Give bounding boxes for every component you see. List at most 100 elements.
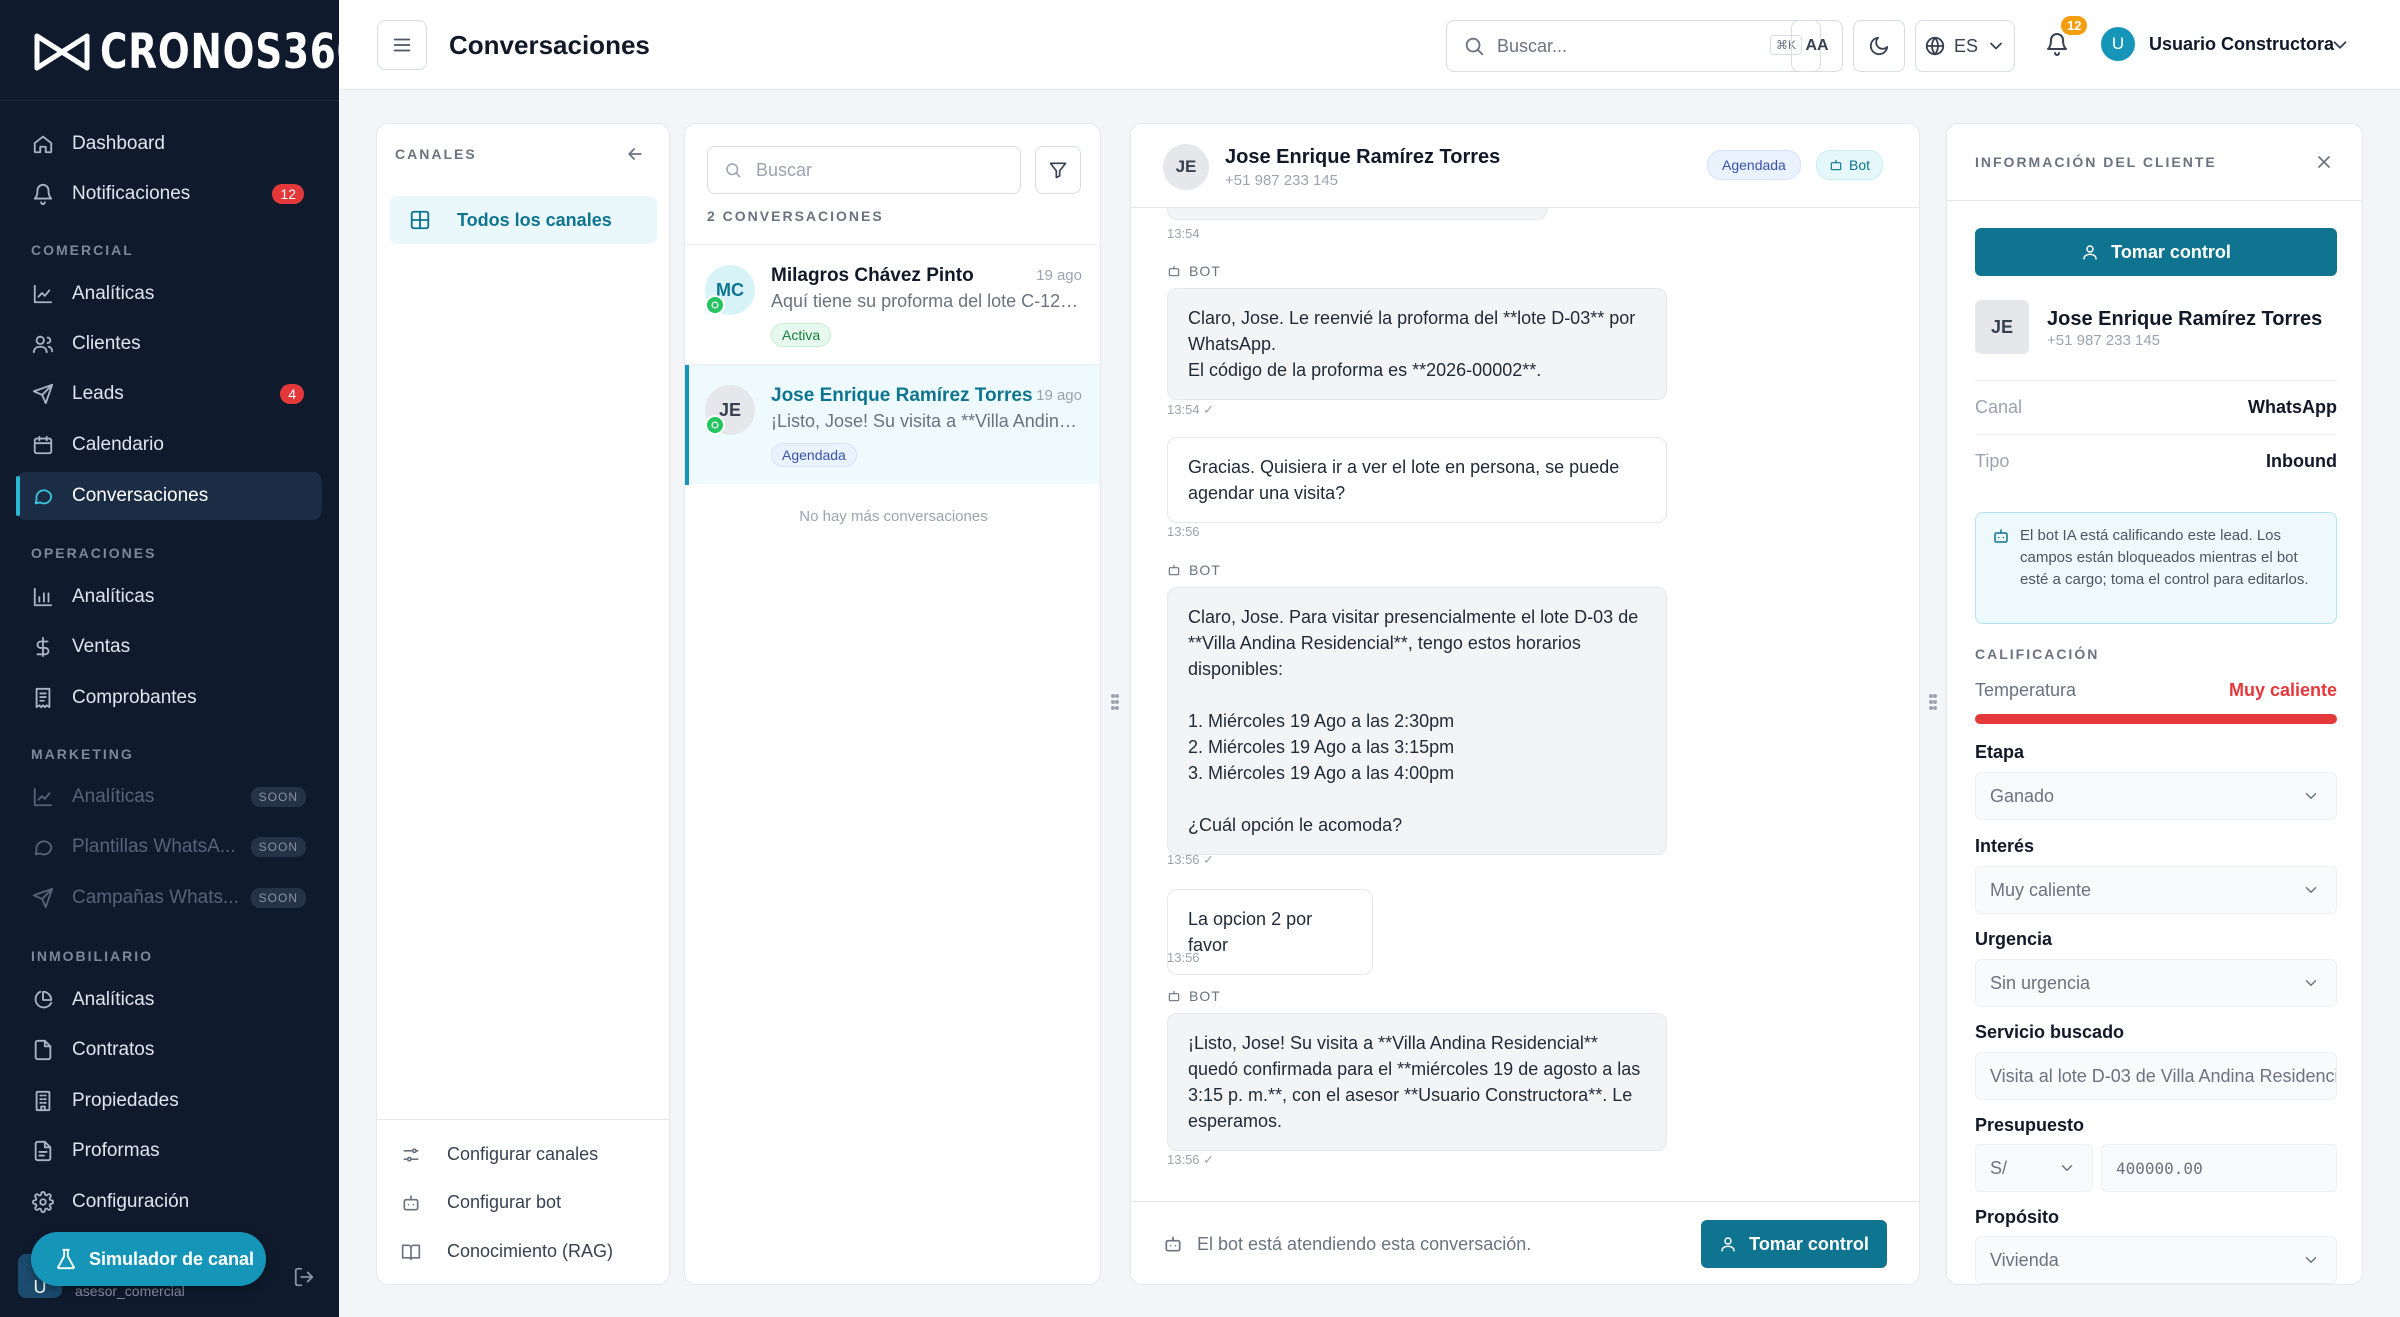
temperature-row: Temperatura Muy caliente bbox=[1975, 680, 2337, 701]
sidebar-item-notificaciones[interactable]: Notificaciones 12 bbox=[16, 170, 322, 218]
search-icon bbox=[726, 163, 741, 178]
chevron-down-icon[interactable] bbox=[2329, 34, 2351, 56]
user-icon bbox=[1721, 1237, 1735, 1252]
bot-lock-notice: El bot IA está calificando este lead. Lo… bbox=[1975, 512, 2337, 624]
divider bbox=[1947, 200, 2362, 201]
conversation-item[interactable]: JE Jose Enrique Ramírez Torres 19 ago ¡L… bbox=[685, 364, 1100, 485]
sidebar: CRONOS360 Dashboard Notificaciones 12 CO… bbox=[0, 0, 363, 1317]
sidebar-item-label: Plantillas WhatsA... bbox=[72, 836, 236, 857]
section-title-marketing: MARKETING bbox=[31, 746, 134, 762]
configure-channels-link[interactable]: Configurar canales bbox=[401, 1144, 598, 1165]
stage-select[interactable]: Ganado bbox=[1975, 772, 2337, 820]
service-input[interactable]: Visita al lote D-03 de Villa Andina Resi… bbox=[1975, 1052, 2337, 1100]
logout-icon[interactable] bbox=[293, 1266, 315, 1288]
sidebar-item-contratos[interactable]: Contratos bbox=[16, 1026, 322, 1074]
globe-icon bbox=[1925, 36, 1945, 56]
soon-badge: SOON bbox=[250, 837, 306, 857]
channels-title: CANALES bbox=[395, 146, 477, 162]
pie-icon bbox=[34, 990, 53, 1009]
bot-icon bbox=[403, 1195, 419, 1210]
sidebar-item-leads[interactable]: Leads 4 bbox=[16, 370, 322, 418]
sidebar-item-label: Calendario bbox=[72, 434, 164, 455]
all-channels-item[interactable]: Todos los canales bbox=[389, 196, 657, 244]
notice-text: El bot IA está calificando este lead. Lo… bbox=[2020, 527, 2309, 588]
sidebar-item-clientes[interactable]: Clientes bbox=[16, 320, 322, 368]
interest-select[interactable]: Muy caliente bbox=[1975, 866, 2337, 914]
take-control-button[interactable]: Tomar control bbox=[1701, 1220, 1887, 1268]
channel-row: Canal WhatsApp bbox=[1975, 380, 2337, 434]
sidebar-item-analiticas-operaciones[interactable]: Analíticas bbox=[16, 573, 322, 621]
bot-label-text: BOT bbox=[1189, 263, 1221, 279]
sidebar-item-label: Configuración bbox=[72, 1191, 190, 1212]
sidebar-item-configuracion[interactable]: Configuración bbox=[16, 1178, 322, 1226]
menu-toggle-button[interactable] bbox=[377, 20, 427, 70]
arrow-left-icon[interactable] bbox=[625, 144, 645, 164]
urgency-value: Sin urgencia bbox=[1990, 972, 2091, 993]
notification-count-badge: 12 bbox=[2061, 16, 2088, 35]
filter-icon bbox=[1049, 162, 1067, 179]
sidebar-item-comprobantes[interactable]: Comprobantes bbox=[16, 674, 322, 722]
knowledge-rag-link[interactable]: Conocimiento (RAG) bbox=[401, 1241, 613, 1262]
stage-label: Etapa bbox=[1975, 742, 2025, 762]
sidebar-item-propiedades[interactable]: Propiedades bbox=[16, 1077, 322, 1125]
sidebar-item-label: Clientes bbox=[72, 333, 141, 354]
font-size-button[interactable]: AA bbox=[1791, 20, 1843, 72]
budget-amount-input[interactable]: 400000.00 bbox=[2101, 1144, 2337, 1192]
configure-bot-link[interactable]: Configurar bot bbox=[401, 1192, 561, 1213]
resize-handle-icon[interactable] bbox=[1110, 690, 1120, 714]
client-phone: +51 987 233 145 bbox=[2047, 332, 2161, 349]
theme-toggle-button[interactable] bbox=[1853, 20, 1905, 72]
sidebar-item-dashboard[interactable]: Dashboard bbox=[16, 120, 322, 168]
qualification-title: CALIFICACIÓN bbox=[1975, 646, 2100, 662]
user-name[interactable]: Usuario Constructora bbox=[2149, 34, 2334, 55]
close-icon[interactable] bbox=[2314, 152, 2334, 172]
purpose-select[interactable]: Vivienda bbox=[1975, 1236, 2337, 1284]
sidebar-item-calendario[interactable]: Calendario bbox=[16, 421, 322, 469]
sidebar-item-label: Dashboard bbox=[72, 133, 165, 154]
sidebar-item-analiticas-comercial[interactable]: Analíticas bbox=[16, 270, 322, 318]
contact-phone: +51 987 233 145 bbox=[1225, 172, 1339, 189]
chat-icon bbox=[34, 489, 53, 505]
sidebar-item-proformas[interactable]: Proformas bbox=[16, 1127, 322, 1175]
global-search-input[interactable]: Buscar... ⌘K bbox=[1446, 20, 1821, 72]
message-time: 13:54 bbox=[1167, 226, 1200, 241]
users-icon bbox=[32, 335, 54, 354]
chart-icon bbox=[33, 787, 53, 807]
conversation-item[interactable]: MC Milagros Chávez Pinto 19 ago Aquí tie… bbox=[685, 244, 1100, 364]
all-channels-label: Todos los canales bbox=[457, 209, 612, 230]
bot-icon bbox=[1994, 529, 2008, 543]
bot-badge-label: Bot bbox=[1849, 157, 1871, 173]
urgency-select[interactable]: Sin urgencia bbox=[1975, 959, 2337, 1007]
bot-icon bbox=[1830, 159, 1842, 171]
message-bubble-bot: Claro, Jose. Para visitar presencialment… bbox=[1167, 587, 1667, 855]
chevron-down-icon bbox=[1990, 42, 2002, 50]
user-avatar[interactable]: U bbox=[2101, 27, 2135, 61]
conversation-search-input[interactable]: Buscar bbox=[707, 146, 1021, 194]
sidebar-item-analiticas-inmobiliario[interactable]: Analíticas bbox=[16, 976, 322, 1024]
calendar-icon bbox=[33, 435, 53, 455]
document-icon bbox=[34, 1140, 52, 1162]
take-control-button[interactable]: Tomar control bbox=[1975, 228, 2337, 276]
channel-simulator-button[interactable]: Simulador de canal bbox=[31, 1232, 266, 1286]
sidebar-item-ventas[interactable]: Ventas bbox=[16, 623, 322, 671]
message-bubble-bot: ¡Listo, Jose! Su visita a **Villa Andina… bbox=[1167, 1013, 1667, 1151]
link-label: Configurar canales bbox=[447, 1144, 599, 1164]
sidebar-item-label: Proformas bbox=[72, 1140, 160, 1161]
filter-button[interactable] bbox=[1035, 146, 1081, 194]
bot-label-text: BOT bbox=[1189, 562, 1221, 578]
sidebar-item-label: Analíticas bbox=[72, 586, 155, 607]
interest-label: Interés bbox=[1975, 836, 2035, 856]
language-select[interactable]: ES bbox=[1915, 20, 2015, 72]
avatar: JE bbox=[1975, 300, 2029, 354]
sidebar-item-conversaciones[interactable]: Conversaciones bbox=[16, 472, 322, 520]
resize-handle-icon[interactable] bbox=[1928, 690, 1938, 714]
soon-badge: SOON bbox=[250, 888, 306, 908]
take-control-label: Tomar control bbox=[1749, 1233, 1869, 1254]
bot-label: BOT bbox=[1167, 988, 1221, 1004]
message-time: 13:56 bbox=[1167, 950, 1200, 965]
section-title-inmobiliario: INMOBILIARIO bbox=[31, 948, 153, 964]
message-bubble-bot: Claro, Jose. Le reenvié la proforma del … bbox=[1167, 288, 1667, 400]
bot-icon bbox=[1168, 990, 1180, 1002]
font-size-label: AA bbox=[1805, 37, 1829, 54]
currency-select[interactable]: S/ bbox=[1975, 1144, 2093, 1192]
